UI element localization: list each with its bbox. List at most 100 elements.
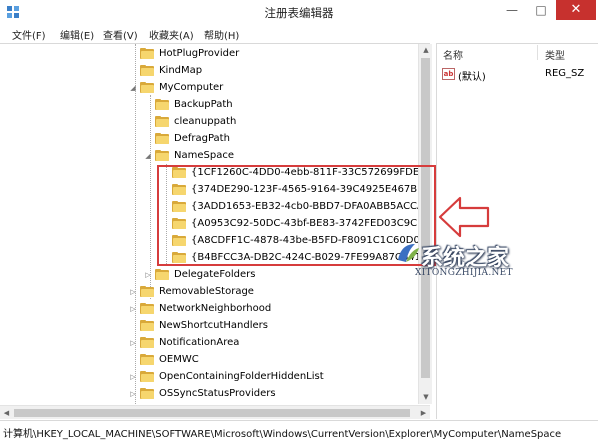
status-bar: 计算机\HKEY_LOCAL_MACHINE\SOFTWARE\Microsof… bbox=[0, 420, 598, 441]
tree-item[interactable]: ◢ MyComputer bbox=[0, 79, 418, 96]
expand-icon[interactable]: ▷ bbox=[129, 390, 137, 398]
scroll-thumb[interactable] bbox=[421, 58, 430, 378]
expand-icon[interactable]: ▷ bbox=[144, 271, 152, 279]
tree-item[interactable]: HotPlugProvider bbox=[0, 45, 418, 62]
value-type: REG_SZ bbox=[545, 68, 585, 79]
tree-item-label: NetworkNeighborhood bbox=[159, 303, 272, 314]
menu-view[interactable]: 查看(V) bbox=[103, 27, 138, 42]
tree-item[interactable]: BackupPath bbox=[0, 96, 418, 113]
tree-item[interactable]: ▷ OpenContainingFolderHiddenList bbox=[0, 368, 418, 385]
expand-icon[interactable]: ▷ bbox=[129, 305, 137, 313]
column-name-header[interactable]: 名称 bbox=[443, 47, 463, 62]
tree-item-label: OpenContainingFolderHiddenList bbox=[159, 371, 324, 382]
tree-item[interactable]: {1CF1260C-4DD0-4ebb-811F-33C572699FDE} bbox=[0, 164, 426, 181]
tree-item[interactable]: {374DE290-123F-4565-9164-39C4925E467B} bbox=[0, 181, 424, 198]
folder-icon bbox=[140, 371, 154, 382]
list-item[interactable]: ab (默认) REG_SZ bbox=[437, 66, 598, 83]
collapse-icon[interactable]: ◢ bbox=[144, 152, 152, 160]
folder-icon bbox=[140, 286, 154, 297]
tree-horizontal-scrollbar[interactable]: ◀ ▶ bbox=[0, 405, 430, 419]
reg-string-icon: ab bbox=[442, 68, 455, 80]
maximize-button[interactable]: □ bbox=[527, 0, 555, 20]
tree-item-label: {374DE290-123F-4565-9164-39C4925E467B} bbox=[191, 184, 424, 195]
tree-item-label: {B4BFCC3A-DB2C-424C-B029-7FE99A87C641} bbox=[191, 252, 428, 263]
column-type-header[interactable]: 类型 bbox=[545, 47, 565, 62]
folder-icon bbox=[155, 116, 169, 127]
minimize-button[interactable]: — bbox=[498, 0, 526, 20]
expand-icon[interactable]: ▷ bbox=[129, 373, 137, 381]
tree-item[interactable]: ▷ DelegateFolders bbox=[0, 266, 418, 283]
tree-item[interactable]: ▷ NetworkNeighborhood bbox=[0, 300, 418, 317]
folder-icon bbox=[172, 252, 186, 263]
tree-vertical-scrollbar[interactable]: ▲ ▼ bbox=[418, 44, 432, 404]
collapse-icon[interactable]: ◢ bbox=[129, 84, 137, 92]
folder-icon bbox=[172, 218, 186, 229]
tree-item[interactable]: ▷ RemovableStorage bbox=[0, 283, 418, 300]
scroll-down-icon[interactable]: ▼ bbox=[419, 391, 433, 404]
tree-item[interactable]: {B4BFCC3A-DB2C-424C-B029-7FE99A87C641} bbox=[0, 249, 427, 266]
watermark-logo-icon bbox=[398, 244, 419, 262]
tree-item-label: {3ADD1653-EB32-4cb0-BBD7-DFA0ABB5ACCA} bbox=[191, 201, 430, 212]
tree-item-label: NewShortcutHandlers bbox=[159, 320, 268, 331]
folder-icon bbox=[155, 133, 169, 144]
scroll-left-icon[interactable]: ◀ bbox=[0, 406, 13, 420]
folder-icon bbox=[140, 354, 154, 365]
tree-item-label: {1CF1260C-4DD0-4ebb-811F-33C572699FDE} bbox=[191, 167, 426, 178]
tree-item[interactable]: ▷ OSSyncStatusProviders bbox=[0, 385, 418, 402]
tree-item-label: MyComputer bbox=[159, 82, 224, 93]
status-path: 计算机\HKEY_LOCAL_MACHINE\SOFTWARE\Microsof… bbox=[3, 429, 562, 440]
tree-item-label: {A0953C92-50DC-43bf-BE83-3742FED03C9C} bbox=[191, 218, 424, 229]
menu-file[interactable]: 文件(F) bbox=[12, 27, 46, 42]
tree-item[interactable]: ◢ NameSpace bbox=[0, 147, 418, 164]
tree-item-label: {A8CDFF1C-4878-43be-B5FD-F8091C1C60D0} bbox=[191, 235, 427, 246]
menu-edit[interactable]: 编辑(E) bbox=[60, 27, 94, 42]
tree-item-label: BackupPath bbox=[174, 99, 233, 110]
tree-item[interactable]: KindMap bbox=[0, 62, 418, 79]
folder-icon bbox=[155, 150, 169, 161]
tree-item[interactable]: {3ADD1653-EB32-4cb0-BBD7-DFA0ABB5ACCA} bbox=[0, 198, 430, 215]
tree-item[interactable]: NewShortcutHandlers bbox=[0, 317, 418, 334]
folder-icon bbox=[140, 320, 154, 331]
scroll-right-icon[interactable]: ▶ bbox=[417, 406, 430, 420]
tree-item-label: OEMWC bbox=[159, 354, 199, 365]
value-name: (默认) bbox=[458, 72, 486, 83]
tree-item-label: OSSyncStatusProviders bbox=[159, 388, 276, 399]
tree-item-label: KindMap bbox=[159, 65, 203, 76]
folder-icon bbox=[172, 184, 186, 195]
menu-favorites[interactable]: 收藏夹(A) bbox=[149, 27, 194, 42]
tree-item[interactable]: {A8CDFF1C-4878-43be-B5FD-F8091C1C60D0} bbox=[0, 232, 426, 249]
folder-icon bbox=[172, 201, 186, 212]
tree-item-label: DefragPath bbox=[174, 133, 230, 144]
tree-item-label: NotificationArea bbox=[159, 337, 240, 348]
list-header: 名称 类型 bbox=[437, 45, 598, 62]
close-button[interactable]: ✕ bbox=[556, 0, 596, 20]
column-separator[interactable] bbox=[537, 45, 538, 60]
expand-icon[interactable]: ▷ bbox=[129, 288, 137, 296]
scroll-thumb-horizontal[interactable] bbox=[14, 409, 410, 417]
watermark-url: XITONGZHIJIA.NET bbox=[415, 268, 513, 278]
menu-help[interactable]: 帮助(H) bbox=[204, 27, 239, 42]
folder-icon bbox=[140, 48, 154, 59]
folder-icon bbox=[140, 337, 154, 348]
folder-icon bbox=[172, 167, 186, 178]
menu-bar: 文件(F) 编辑(E) 查看(V) 收藏夹(A) 帮助(H) bbox=[0, 26, 598, 42]
folder-icon bbox=[140, 82, 154, 93]
title-bar: 注册表编辑器 — □ ✕ bbox=[0, 0, 598, 25]
tree-item[interactable]: DefragPath bbox=[0, 130, 418, 147]
folder-icon bbox=[155, 99, 169, 110]
registry-tree[interactable]: HotPlugProvider KindMap ◢ MyComputer BackupP… bbox=[0, 43, 430, 405]
tree-item-label: RemovableStorage bbox=[159, 286, 254, 297]
tree-item[interactable]: ▷ NotificationArea bbox=[0, 334, 418, 351]
tree-item-label: DelegateFolders bbox=[174, 269, 256, 280]
tree-item[interactable]: {A0953C92-50DC-43bf-BE83-3742FED03C9C} bbox=[0, 215, 423, 232]
folder-icon bbox=[172, 235, 186, 246]
folder-icon bbox=[140, 388, 154, 399]
folder-icon bbox=[155, 269, 169, 280]
expand-icon[interactable]: ▷ bbox=[129, 339, 137, 347]
scroll-up-icon[interactable]: ▲ bbox=[419, 44, 433, 57]
folder-icon bbox=[140, 65, 154, 76]
tree-item[interactable]: OEMWC bbox=[0, 351, 418, 368]
tree-item[interactable]: cleanuppath bbox=[0, 113, 418, 130]
tree-item-label: HotPlugProvider bbox=[159, 48, 240, 59]
tree-item-label: cleanuppath bbox=[174, 116, 237, 127]
